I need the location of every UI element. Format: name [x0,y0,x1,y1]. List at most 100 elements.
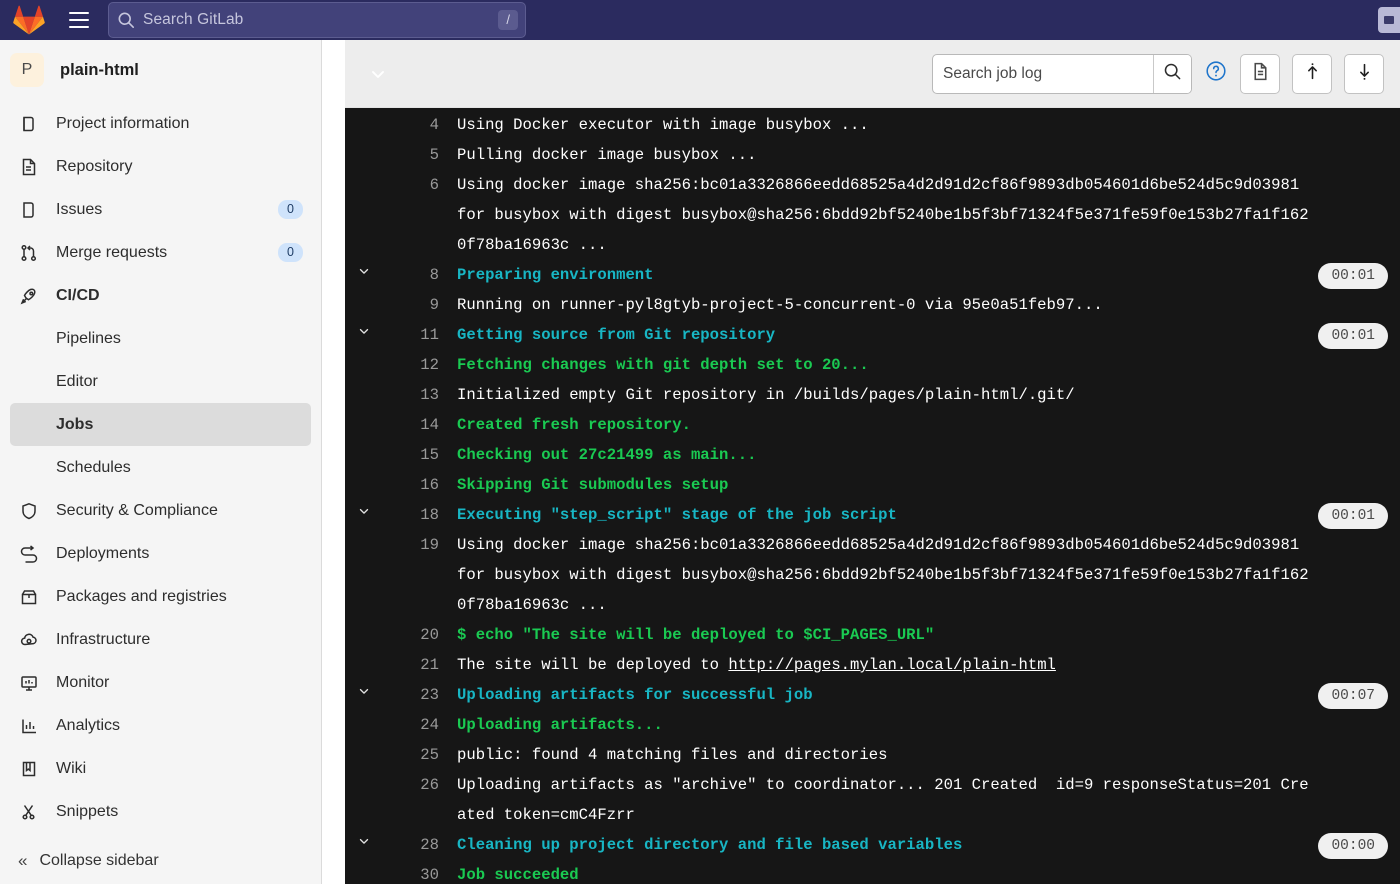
sidebar-item-merge-requests[interactable]: Merge requests 0 [10,231,311,274]
log-line-number[interactable]: 15 [383,440,441,470]
job-log-search[interactable] [932,53,1192,94]
sidebar-item-editor[interactable]: Editor [10,360,311,403]
sidebar-item-label: Deployments [56,544,150,562]
sidebar-project-header[interactable]: P plain-html [0,40,321,100]
log-line[interactable]: 8 Preparing environment 00:01 [345,260,1400,290]
shield-icon [18,500,40,522]
log-line-number[interactable]: 18 [383,500,441,530]
log-line: 9 Running on runner-pyl8gtyb-project-5-co… [345,290,1400,320]
navbar-right-group [1378,7,1400,33]
collapse-sidebar-button[interactable]: « Collapse sidebar [0,838,321,884]
hamburger-menu-icon[interactable] [62,5,96,35]
log-line: 25 public: found 4 matching files and dir… [345,740,1400,770]
log-line-number[interactable]: 21 [383,650,441,680]
global-search-box[interactable]: Search GitLab / [108,2,526,38]
section-duration-badge: 00:01 [1318,323,1388,349]
sidebar-item-repository[interactable]: Repository [10,145,311,188]
gitlab-logo-icon[interactable] [12,3,46,37]
log-line-number[interactable]: 20 [383,620,441,650]
log-line[interactable]: 11 Getting source from Git repository 00:0… [345,320,1400,350]
package-icon [18,586,40,608]
project-sidebar: P plain-html Project information Reposit… [0,40,322,884]
log-line: 20 $ echo "The site will be deployed to $… [345,620,1400,650]
scroll-to-top-button[interactable] [1292,53,1332,94]
log-line-text: Running on runner-pyl8gtyb-project-5-con… [457,296,1103,314]
navbar-edge-icon [1384,16,1394,24]
log-line: 19 Using docker image sha256:bc01a3326866… [345,530,1400,620]
section-collapse-chevron-icon[interactable] [345,500,383,530]
log-line[interactable]: 23 Uploading artifacts for successful job… [345,680,1400,710]
log-line-text: Executing "step_script" stage of the job… [457,506,897,524]
sidebar-item-label: Project information [56,114,190,132]
section-collapse-chevron-icon[interactable] [345,320,383,350]
search-icon [117,11,135,29]
sidebar-item-project-information[interactable]: Project information [10,102,311,145]
deployments-icon [18,543,40,565]
log-line-number[interactable]: 23 [383,680,441,710]
sidebar-item-cicd[interactable]: CI/CD [10,274,311,317]
sidebar-item-label: CI/CD [56,286,100,304]
sidebar-item-wiki[interactable]: Wiki [10,747,311,790]
log-line-number[interactable]: 4 [383,110,441,140]
sidebar-item-deployments[interactable]: Deployments [10,532,311,575]
log-line: 12 Fetching changes with git depth set to… [345,350,1400,380]
section-duration-badge: 00:01 [1318,503,1388,529]
chevron-down-icon[interactable] [363,59,393,89]
sidebar-item-issues[interactable]: Issues 0 [10,188,311,231]
section-duration-badge: 00:00 [1318,833,1388,859]
sidebar-item-packages-registries[interactable]: Packages and registries [10,575,311,618]
raw-log-button[interactable] [1240,53,1280,94]
log-line-text: Using docker image sha256:bc01a3326866ee… [457,536,1309,614]
log-line-number[interactable]: 12 [383,350,441,380]
log-line-number[interactable]: 16 [383,470,441,500]
log-line-number[interactable]: 26 [383,770,441,800]
log-line-number[interactable]: 13 [383,380,441,410]
log-line-text: Cleaning up project directory and file b… [457,836,963,854]
top-navbar: Search GitLab / [0,0,1400,40]
section-collapse-chevron-icon[interactable] [345,680,383,710]
log-line-number[interactable]: 28 [383,830,441,860]
section-collapse-chevron-icon[interactable] [345,260,383,290]
log-line-number[interactable]: 19 [383,530,441,560]
section-duration-badge: 00:01 [1318,263,1388,289]
sidebar-subitem-label: Editor [56,372,98,390]
sidebar-item-analytics[interactable]: Analytics [10,704,311,747]
log-line-number[interactable]: 24 [383,710,441,740]
search-submit-button[interactable] [1153,54,1191,93]
sidebar-item-label: Wiki [56,759,87,777]
sidebar-item-label: Issues [56,200,103,218]
log-line[interactable]: 28 Cleaning up project directory and file… [345,830,1400,860]
issues-icon [18,199,40,221]
log-line-link[interactable]: http://pages.mylan.local/plain-html [728,656,1056,674]
sidebar-item-snippets[interactable]: Snippets [10,790,311,833]
log-line-number[interactable]: 30 [383,860,441,884]
log-line-text: Fetching changes with git depth set to 2… [457,356,869,374]
sidebar-item-infrastructure[interactable]: Infrastructure [10,618,311,661]
log-line-number[interactable]: 8 [383,260,441,290]
sidebar-item-label: Snippets [56,802,119,820]
section-collapse-chevron-icon[interactable] [345,830,383,860]
job-log-output[interactable]: 4 Using Docker executor with image busybo… [345,108,1400,884]
log-line-number[interactable]: 11 [383,320,441,350]
sidebar-item-pipelines[interactable]: Pipelines [10,317,311,360]
scroll-to-bottom-button[interactable] [1344,53,1384,94]
log-line-number[interactable]: 25 [383,740,441,770]
sidebar-item-schedules[interactable]: Schedules [10,446,311,489]
log-line-text: Getting source from Git repository [457,326,776,344]
log-line: 14 Created fresh repository. [345,410,1400,440]
search-input[interactable] [933,54,1153,93]
log-line-number[interactable]: 14 [383,410,441,440]
log-line-text: Using Docker executor with image busybox… [457,116,869,134]
navbar-edge-button[interactable] [1378,7,1400,33]
log-line-text: $ echo "The site will be deployed to $CI… [457,626,935,644]
log-line-number[interactable]: 9 [383,290,441,320]
log-line-number[interactable]: 5 [383,140,441,170]
sidebar-item-monitor[interactable]: Monitor [10,661,311,704]
sidebar-item-security-compliance[interactable]: Security & Compliance [10,489,311,532]
search-slash-shortcut: / [498,10,518,30]
help-button[interactable] [1204,61,1228,86]
log-line[interactable]: 18 Executing "step_script" stage of the j… [345,500,1400,530]
log-line-number[interactable]: 6 [383,170,441,200]
sidebar-item-jobs[interactable]: Jobs [10,403,311,446]
log-line-text: Initialized empty Git repository in /bui… [457,386,1075,404]
